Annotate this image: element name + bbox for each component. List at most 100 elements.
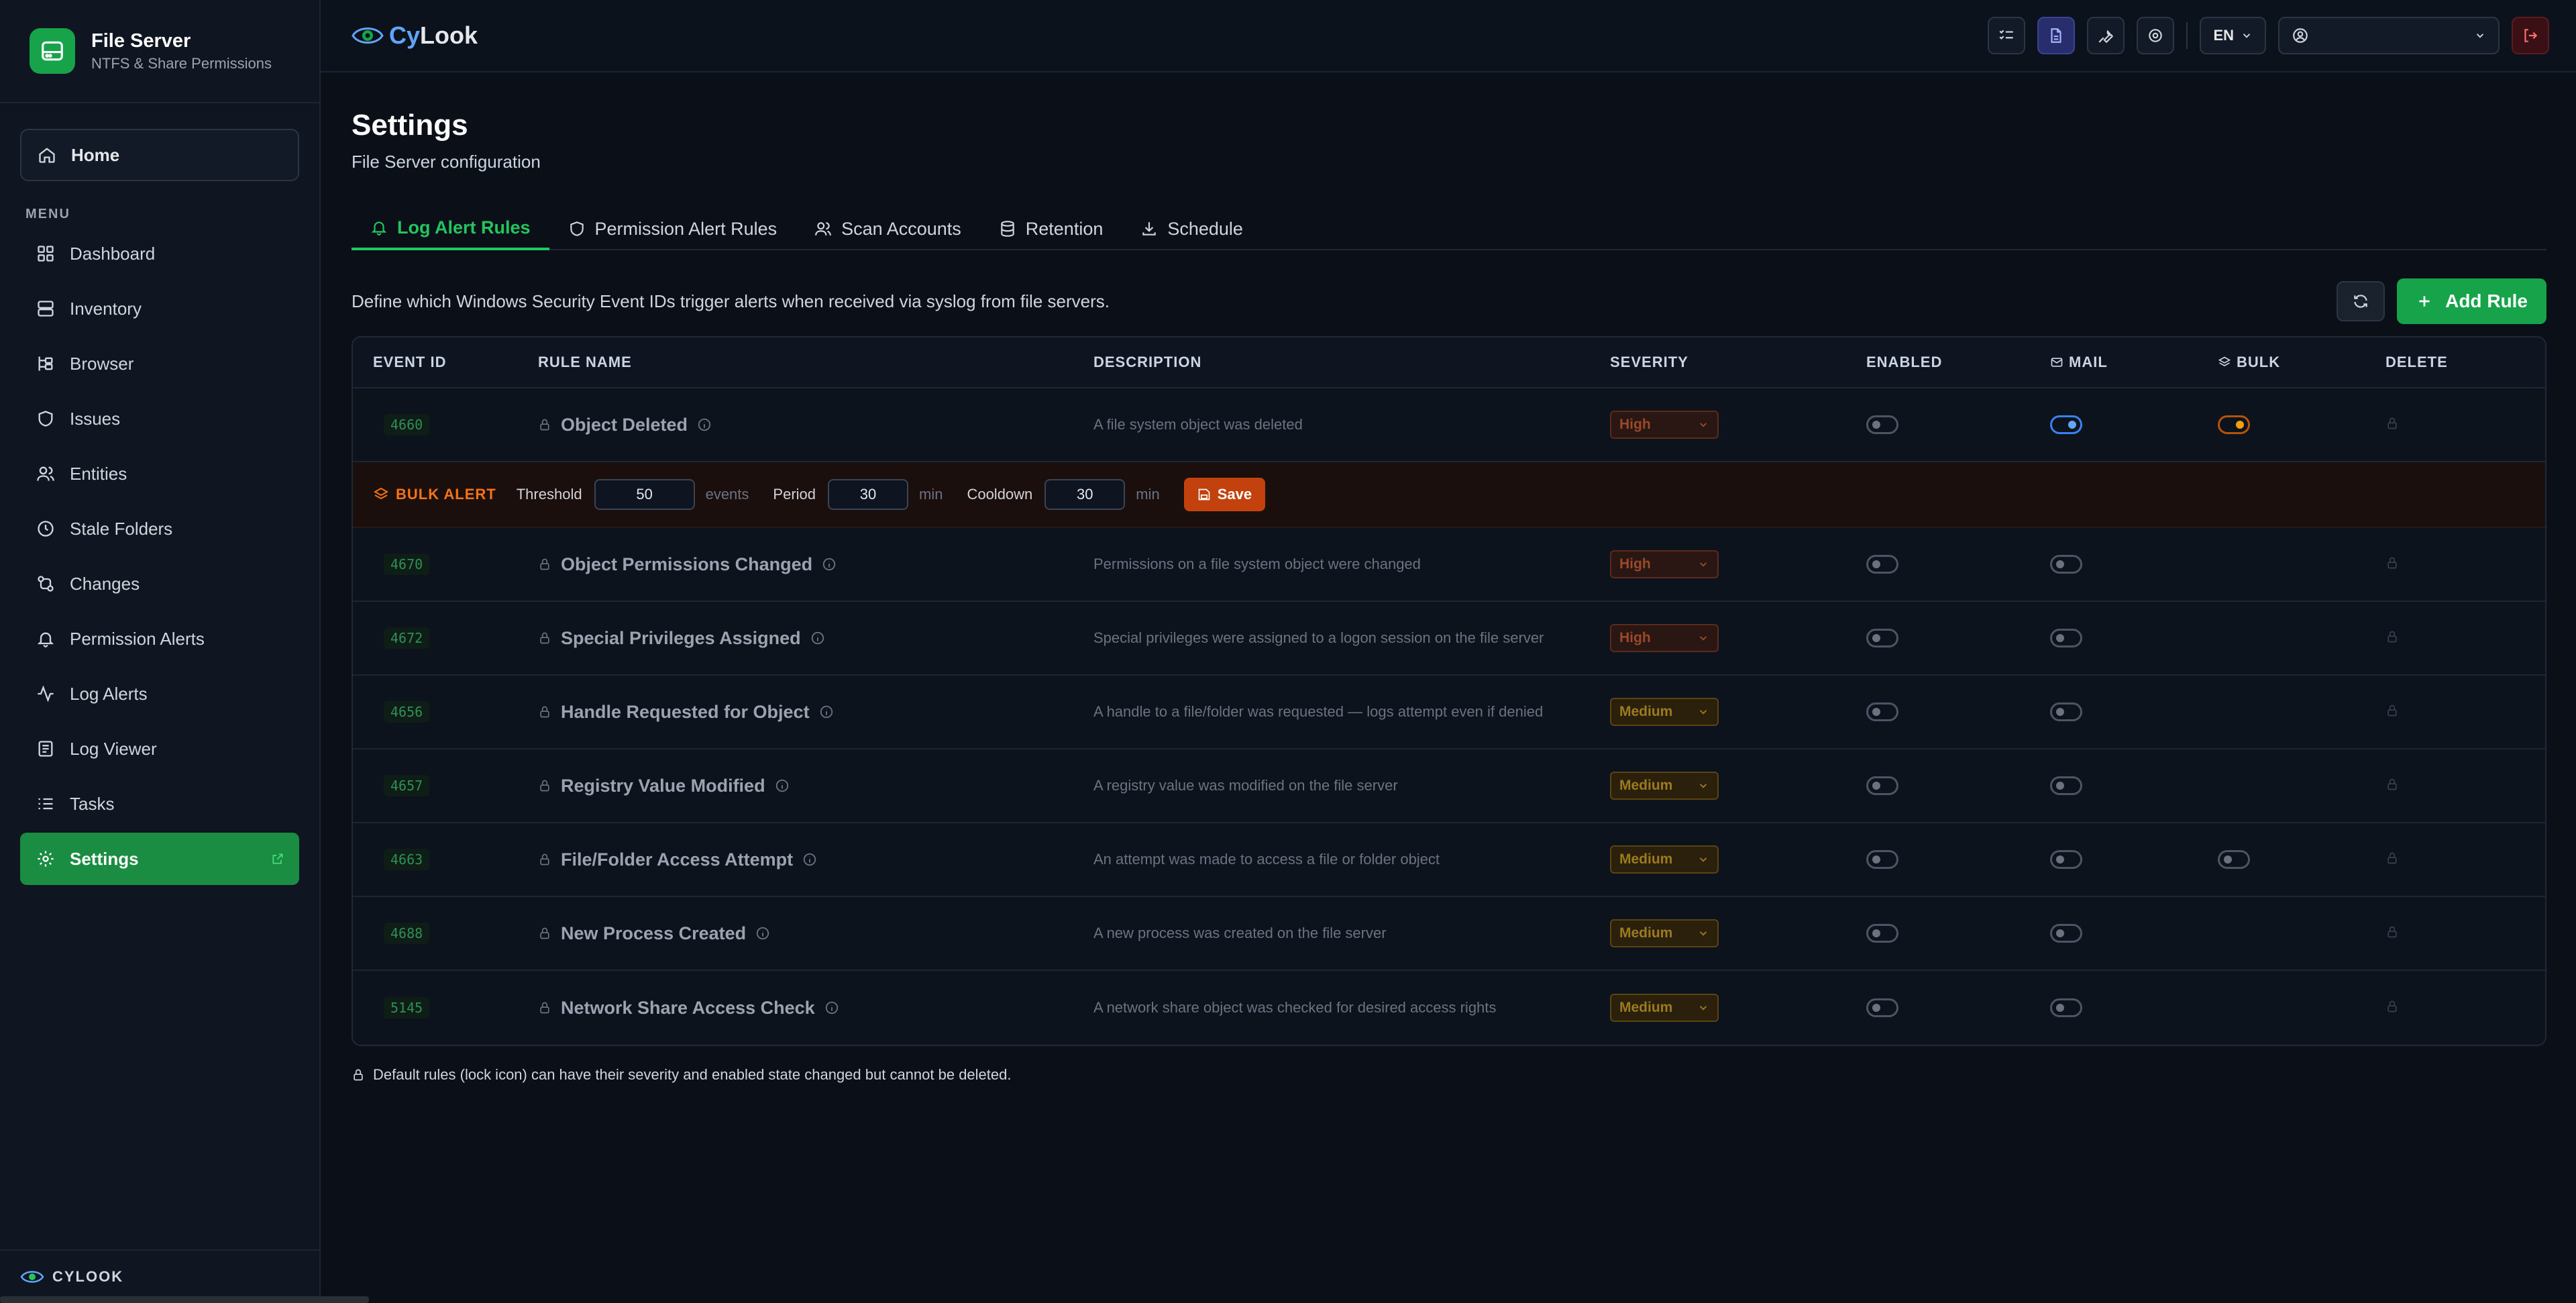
info-icon[interactable] <box>775 778 790 793</box>
mail-toggle[interactable] <box>2050 850 2082 869</box>
sidebar-item-entities[interactable]: Entities <box>20 448 299 500</box>
enabled-toggle[interactable] <box>1866 555 1898 574</box>
enabled-toggle[interactable] <box>1866 850 1898 869</box>
sidebar-item-label: Log Alerts <box>70 683 148 704</box>
refresh-button[interactable] <box>2337 281 2385 321</box>
enabled-toggle[interactable] <box>1866 924 1898 943</box>
lock-icon <box>2387 631 2397 642</box>
header-event-id[interactable]: EVENT ID <box>353 354 538 371</box>
mail-toggle[interactable] <box>2050 555 2082 574</box>
lock-icon <box>2387 852 2397 864</box>
sidebar-item-stale-folders[interactable]: Stale Folders <box>20 503 299 555</box>
sidebar-item-browser[interactable]: Browser <box>20 337 299 390</box>
info-icon[interactable] <box>755 926 770 941</box>
dashboard-icon <box>38 246 54 262</box>
logout-button[interactable] <box>2512 17 2549 54</box>
database-icon <box>1001 221 1014 237</box>
event-id: 4688 <box>384 923 430 944</box>
severity-select[interactable]: Medium <box>1610 698 1719 726</box>
sidebar-item-permission-alerts[interactable]: Permission Alerts <box>20 613 299 665</box>
mail-toggle[interactable] <box>2050 776 2082 795</box>
mail-toggle[interactable] <box>2050 415 2082 434</box>
info-icon[interactable] <box>819 705 834 719</box>
cooldown-input[interactable]: 30 <box>1044 479 1126 510</box>
header-bulk[interactable]: BULK <box>2218 354 2385 371</box>
chevron-down-icon <box>1699 423 1707 427</box>
user-select[interactable] <box>2278 17 2500 54</box>
enabled-toggle[interactable] <box>1866 998 1898 1017</box>
info-icon[interactable] <box>802 852 817 867</box>
header-bulk-label: BULK <box>2237 354 2281 370</box>
tab-permission-alert-rules[interactable]: Permission Alert Rules <box>549 207 796 250</box>
tab-schedule[interactable]: Schedule <box>1122 207 1262 250</box>
severity-value: High <box>1619 630 1651 645</box>
sidebar-item-label: Stale Folders <box>70 518 173 539</box>
tab-log-alert-rules[interactable]: Log Alert Rules <box>352 207 549 250</box>
header-rule-name[interactable]: RULE NAME <box>538 354 1093 371</box>
mail-toggle[interactable] <box>2050 998 2082 1017</box>
bulk-alert-label: BULK ALERT <box>396 486 496 503</box>
add-rule-button[interactable]: Add Rule <box>2397 278 2546 324</box>
enabled-toggle[interactable] <box>1866 629 1898 647</box>
header-delete[interactable]: DELETE <box>2385 354 2545 371</box>
tab-label: Schedule <box>1167 218 1243 239</box>
sidebar-item-settings[interactable]: Settings <box>20 833 299 885</box>
sidebar-item-home[interactable]: Home <box>20 129 299 181</box>
horizontal-scrollbar[interactable] <box>0 1296 369 1303</box>
header-enabled[interactable]: ENABLED <box>1866 354 2050 371</box>
sidebar-item-label: Issues <box>70 408 121 429</box>
bulk-toggle[interactable] <box>2218 415 2250 434</box>
severity-select[interactable]: High <box>1610 550 1719 578</box>
chevron-down-icon <box>1699 1006 1707 1010</box>
tab-label: Scan Accounts <box>841 218 961 239</box>
header-severity[interactable]: SEVERITY <box>1610 354 1866 371</box>
sidebar-item-log-alerts[interactable]: Log Alerts <box>20 668 299 720</box>
severity-select[interactable]: Medium <box>1610 845 1719 874</box>
mail-toggle[interactable] <box>2050 629 2082 647</box>
mail-toggle[interactable] <box>2050 702 2082 721</box>
period-input[interactable]: 30 <box>828 479 908 510</box>
tab-scan-accounts[interactable]: Scan Accounts <box>796 207 980 250</box>
bulk-toggle[interactable] <box>2218 850 2250 869</box>
log-icon <box>38 741 53 757</box>
cylook-eye-icon <box>20 1271 44 1283</box>
task-list-button[interactable] <box>1988 17 2026 54</box>
threshold-input[interactable]: 50 <box>594 479 695 510</box>
severity-value: Medium <box>1619 704 1673 719</box>
event-id: 4657 <box>384 775 430 796</box>
sidebar-item-inventory[interactable]: Inventory <box>20 282 299 335</box>
sidebar-item-log-viewer[interactable]: Log Viewer <box>20 723 299 775</box>
severity-select[interactable]: High <box>1610 624 1719 652</box>
severity-select[interactable]: High <box>1610 411 1719 439</box>
enabled-toggle[interactable] <box>1866 415 1898 434</box>
rule-description: An attempt was made to access a file or … <box>1093 851 1440 868</box>
header-mail[interactable]: MAIL <box>2050 354 2218 371</box>
info-icon[interactable] <box>697 417 712 432</box>
tab-retention[interactable]: Retention <box>980 207 1122 250</box>
settings-button[interactable] <box>2137 17 2175 54</box>
info-icon[interactable] <box>824 1000 839 1015</box>
mail-toggle[interactable] <box>2050 924 2082 943</box>
sidebar-item-changes[interactable]: Changes <box>20 558 299 610</box>
enabled-toggle[interactable] <box>1866 702 1898 721</box>
logo[interactable]: CyLook <box>350 21 478 50</box>
bulk-save-button[interactable]: Save <box>1183 478 1266 511</box>
severity-select[interactable]: Medium <box>1610 772 1719 800</box>
info-icon[interactable] <box>822 557 837 572</box>
header-description[interactable]: DESCRIPTION <box>1093 354 1610 371</box>
sidebar-item-issues[interactable]: Issues <box>20 393 299 445</box>
tools-button[interactable] <box>2087 17 2125 54</box>
severity-select[interactable]: Medium <box>1610 994 1719 1022</box>
severity-value: Medium <box>1619 778 1673 793</box>
severity-select[interactable]: Medium <box>1610 919 1719 947</box>
save-icon <box>1198 488 1210 501</box>
table-row: 4688 New Process Created A new process w… <box>353 897 2545 971</box>
sidebar-item-dashboard[interactable]: Dashboard <box>20 227 299 280</box>
sidebar-item-tasks[interactable]: Tasks <box>20 778 299 830</box>
footnote-text: Default rules (lock icon) can have their… <box>373 1066 1012 1083</box>
document-button[interactable] <box>2037 17 2076 54</box>
language-select[interactable]: EN <box>2200 17 2266 54</box>
lock-icon <box>540 632 549 644</box>
enabled-toggle[interactable] <box>1866 776 1898 795</box>
info-icon[interactable] <box>810 631 825 645</box>
